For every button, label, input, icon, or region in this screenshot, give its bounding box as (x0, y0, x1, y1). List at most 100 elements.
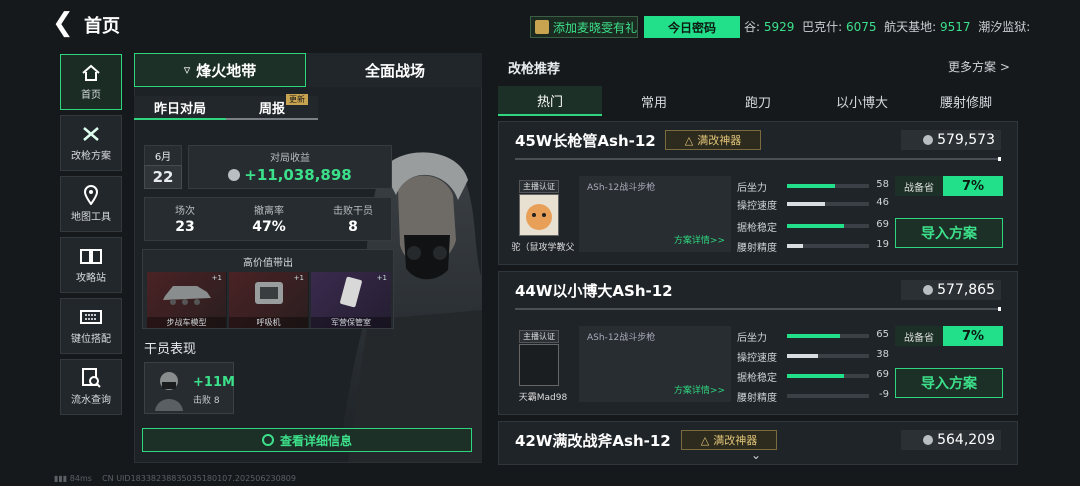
ledger-value: 5929 (763, 20, 795, 34)
page-title: 首页 (84, 16, 120, 37)
plan-tag-label: 满改神器 (697, 134, 742, 147)
sidebar-item-keybind[interactable]: 键位搭配 (60, 298, 122, 354)
sidebar-item-label: 首页 (81, 89, 101, 101)
daily-code-button[interactable]: 今日密码 (644, 16, 740, 38)
warning-icon: △ (684, 133, 694, 147)
sidebar-item-flow[interactable]: 流水查询 (60, 359, 122, 415)
loot-name: 军营保管室 (311, 317, 391, 328)
stat-value: 65 (876, 329, 889, 340)
tab-common[interactable]: 常用 (602, 86, 706, 116)
plan-card[interactable]: 45W长枪管Ash-12 △ 满改神器 579,573 主播认证 驼（鼠攻学教父… (498, 121, 1018, 265)
stat-bar-fill (787, 334, 841, 338)
match-stats: 场次 23 撤离率 47% 击败干员 8 (144, 197, 392, 241)
stat-value: 58 (876, 179, 889, 190)
weapon-panel: ASh-12战斗步枪 方案详情>> (579, 326, 731, 402)
tab-warzone[interactable]: ▿ 烽火地带 (134, 53, 306, 87)
tab-hot[interactable]: 热门 (498, 86, 602, 116)
weapon-name: ASh-12战斗步枪 (587, 333, 656, 343)
loot-name: 呼吸机 (229, 317, 308, 328)
plan-price: 577,865 (901, 280, 1001, 300)
more-plans-link[interactable]: 更多方案 > (948, 58, 1010, 75)
stat-kills: 击败干员 8 (315, 202, 391, 235)
sidebar-item-label: 改枪方案 (71, 150, 111, 162)
plan-tag: △ 满改神器 (665, 130, 761, 150)
stat-extract-rate: 撤离率 47% (231, 202, 307, 235)
stat-row: 腰射精度 -9 (737, 388, 889, 404)
stat-bar (787, 374, 869, 378)
loot-item[interactable]: +1 军营保管室 (311, 272, 391, 328)
view-details-label: 查看详细信息 (279, 433, 352, 448)
map-ledger: 谷: 5929 巴克什: 6075 航天基地: 9517 潮汐监狱: (744, 18, 1030, 35)
plan-title: 45W长枪管Ash-12 (515, 132, 656, 150)
plan-price: 564,209 (901, 430, 1001, 450)
sidebar-item-label: 攻略站 (76, 272, 106, 284)
info-icon (261, 434, 274, 446)
stat-bar (787, 224, 869, 228)
stat-value: 69 (876, 369, 889, 380)
plan-card[interactable]: 44W以小博大ASh-12 577,865 主播认证 天霸Mad98 ASh-1… (498, 271, 1018, 415)
plan-tag-label: 满改神器 (713, 434, 758, 447)
loot-title: 高价值带出 (243, 258, 293, 269)
tab-run[interactable]: 跑刀 (706, 86, 810, 116)
plan-price: 579,573 (901, 130, 1001, 150)
loot-item[interactable]: +1 呼吸机 (229, 272, 309, 328)
sidebar-item-map[interactable]: 地图工具 (60, 176, 122, 232)
plan-detail-link[interactable]: 方案详情>> (674, 383, 725, 396)
status-footer: ▮▮▮ 84ms CN UID18338238835035180107.2025… (54, 474, 296, 483)
ledger-label: 潮汐监狱: (978, 20, 1031, 34)
month-label: 6月 (154, 152, 172, 163)
divider (515, 307, 1001, 311)
sidebar-item-label: 流水查询 (71, 394, 111, 406)
stat-bar (787, 354, 869, 358)
sidebar-item-guide[interactable]: 攻略站 (60, 237, 122, 293)
ledger-value: 6075 (845, 20, 877, 34)
loot-count: +1 (211, 274, 222, 282)
stat-value: 23 (175, 219, 195, 235)
view-details-button[interactable]: 查看详细信息 (142, 428, 472, 452)
stat-label: 据枪稳定 (737, 373, 777, 384)
tab-hipfire[interactable]: 腰射修脚 (914, 86, 1018, 116)
stat-bar (787, 202, 869, 206)
stat-bar-fill (787, 224, 844, 228)
savings-value: 7% (943, 176, 1003, 196)
stat-label: 腰射精度 (737, 243, 777, 254)
sidebar-item-mods[interactable]: 改枪方案 (60, 115, 122, 171)
stat-label: 后坐力 (737, 183, 767, 194)
chevron-down-icon[interactable]: ⌄ (751, 448, 761, 462)
streamer-name: 驼（鼠攻学教父 (511, 243, 575, 253)
operator-card[interactable]: +11M 击败 8 (144, 362, 235, 414)
gift-icon (535, 20, 549, 34)
stat-label: 据枪稳定 (737, 223, 777, 234)
coin-icon (923, 285, 934, 295)
divider (515, 157, 1001, 161)
sidebar-item-home[interactable]: 首页 (60, 54, 122, 110)
savings-value: 7% (943, 326, 1003, 346)
tab-yesterday[interactable]: 昨日对局 (134, 96, 226, 120)
stat-label: 撤离率 (254, 206, 284, 217)
ledger-label: 航天基地: (884, 20, 937, 34)
loot-item[interactable]: +1 步战车模型 (147, 272, 227, 328)
stat-bar-fill (787, 374, 844, 378)
operator-title: 干员表现 (144, 342, 197, 357)
tab-full-battlefield[interactable]: 全面战场 (308, 53, 482, 87)
update-badge: 更新 (286, 94, 308, 105)
coin-icon (228, 169, 241, 181)
tab-underdog[interactable]: 以小博大 (810, 86, 914, 116)
stat-value: 38 (876, 349, 889, 360)
ledger-label: 谷: (744, 20, 761, 34)
loot-count: +1 (376, 274, 387, 282)
import-plan-button[interactable]: 导入方案 (895, 368, 1003, 398)
weapon-panel: ASh-12战斗步枪 方案详情>> (579, 176, 731, 252)
tab-label: 烽火地带 (196, 61, 257, 80)
import-plan-button[interactable]: 导入方案 (895, 218, 1003, 248)
day-label: 22 (144, 165, 182, 189)
stat-value: 69 (876, 219, 889, 230)
recommend-title: 改枪推荐 (508, 62, 561, 77)
plan-detail-link[interactable]: 方案详情>> (674, 233, 725, 246)
stat-bar (787, 244, 869, 248)
plan-card[interactable]: 42W满改战斧Ash-12 △ 满改神器 564,209 ⌄ (498, 421, 1018, 465)
promo-button[interactable]: 添加麦晓雯有礼 (530, 16, 638, 38)
stat-label: 操控速度 (737, 353, 777, 364)
plan-price-value: 577,865 (937, 282, 995, 298)
back-arrow-icon[interactable]: ❮ (52, 8, 74, 38)
